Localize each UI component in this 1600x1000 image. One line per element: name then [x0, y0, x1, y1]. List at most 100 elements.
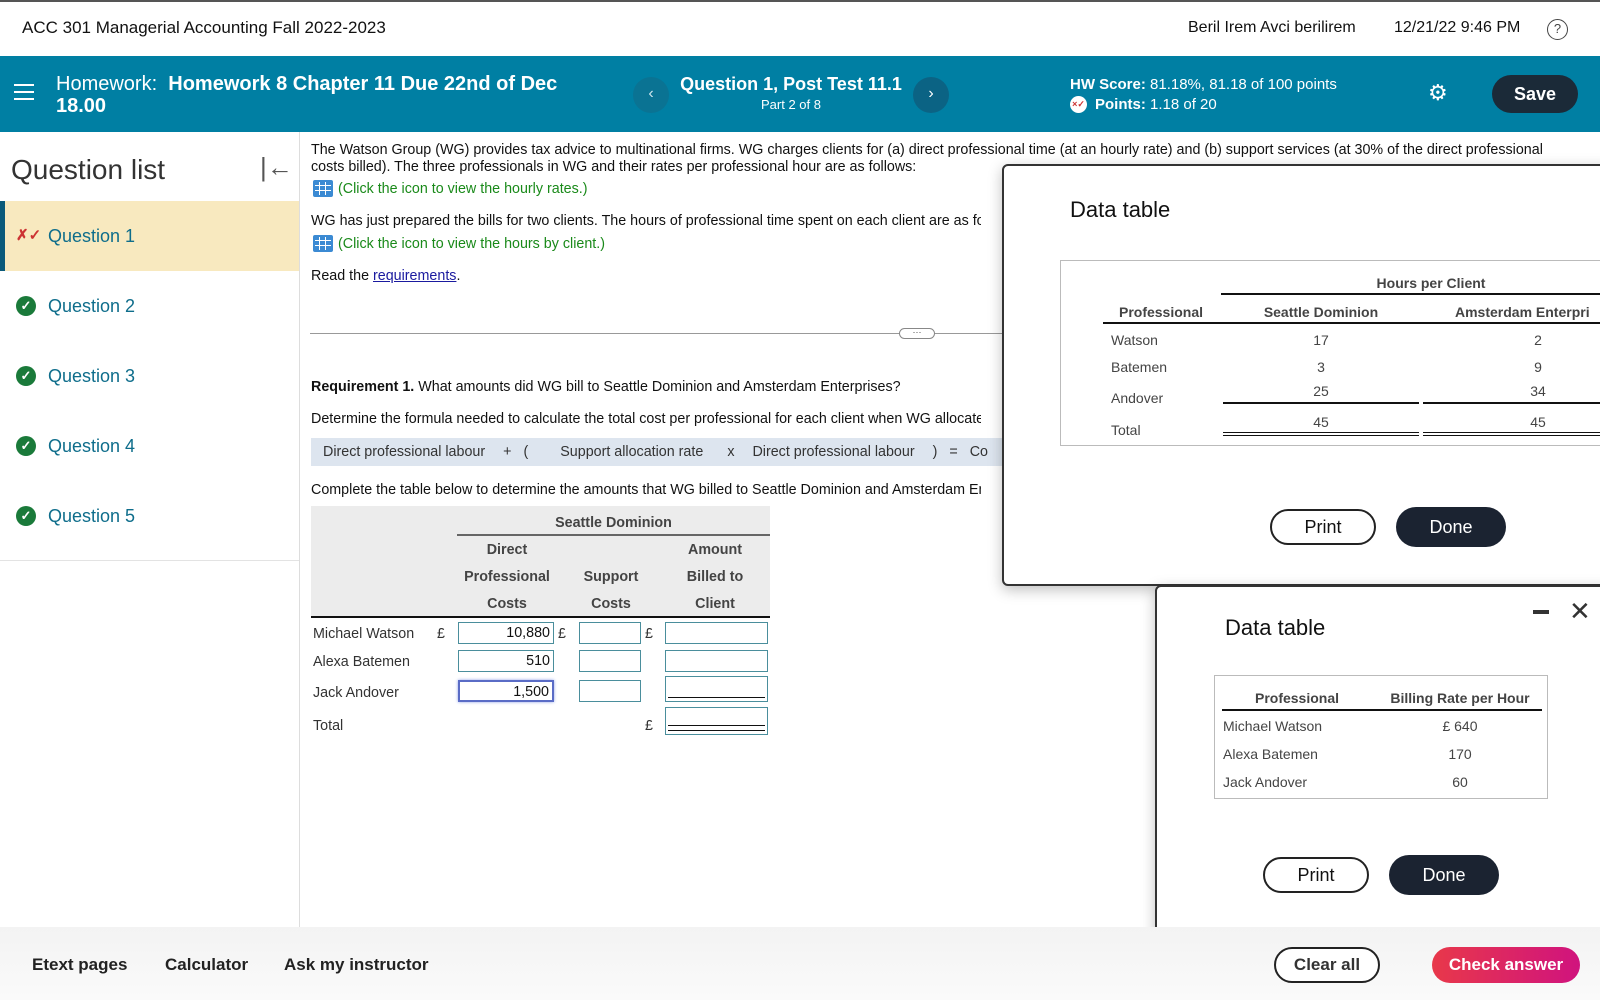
minimize-icon[interactable] [1533, 610, 1549, 614]
sidebar-item-question-4[interactable]: ✓ Question 4 [0, 411, 299, 481]
sidebar-item-label: Question 4 [48, 435, 136, 456]
intro-text-2: costs billed). The three professionals i… [311, 159, 917, 175]
subtotal-rule [1223, 402, 1419, 404]
requirement-1-label: Requirement 1. [311, 379, 415, 395]
footer-toolbar: Etext pages Calculator Ask my instructor… [0, 927, 1600, 1000]
formula-term-2[interactable]: Support allocation rate [548, 444, 715, 460]
hours-by-client-link[interactable]: (Click the icon to view the hours by cli… [313, 235, 605, 252]
formula-operator-times: x [727, 444, 735, 460]
col-seattle: Seattle Dominion [1263, 304, 1379, 320]
billed-input-andover[interactable] [665, 676, 768, 702]
formula-row: Direct professional labour + ( Support a… [311, 438, 1011, 466]
partial-credit-icon: ×✓ [1070, 96, 1087, 113]
row-name: Batemen [1111, 359, 1168, 375]
direct-cost-input-watson[interactable]: 10,880 [458, 622, 554, 644]
billed-total-input[interactable] [665, 707, 768, 735]
row-name: Jack Andover [1223, 774, 1308, 790]
col-support-line2: Support [583, 569, 639, 585]
direct-cost-input-batemen[interactable]: 510 [458, 650, 554, 672]
check-answer-button[interactable]: Check answer [1432, 947, 1580, 983]
sidebar-item-question-3[interactable]: ✓ Question 3 [0, 341, 299, 411]
done-button[interactable]: Done [1396, 507, 1506, 547]
formula-instructions: Determine the formula needed to calculat… [311, 411, 981, 427]
hw-score-value: 81.18%, 81.18 of 100 points [1150, 76, 1337, 93]
print-button[interactable]: Print [1263, 857, 1369, 893]
hours-link-text[interactable]: (Click the icon to view the hours by cli… [338, 236, 605, 252]
save-button[interactable]: Save [1492, 75, 1578, 113]
billed-input-batemen[interactable] [665, 650, 768, 672]
support-cost-input-andover[interactable] [579, 680, 641, 702]
formula-paren-close: ) [932, 444, 938, 460]
row-total: Total [1111, 422, 1141, 438]
requirements-link[interactable]: requirements [373, 268, 456, 284]
gear-icon[interactable]: ⚙ [1428, 82, 1450, 104]
next-question-button[interactable]: › [913, 77, 949, 113]
sidebar-item-question-2[interactable]: ✓ Question 2 [0, 271, 299, 341]
expand-handle[interactable]: ⋯ [899, 328, 935, 339]
header-rule [1222, 709, 1542, 711]
col-professional: Professional [1118, 304, 1204, 320]
print-button[interactable]: Print [1270, 509, 1376, 545]
subtotal-rule [1423, 402, 1600, 404]
collapse-sidebar-icon[interactable]: |← [260, 152, 293, 183]
data-table-icon[interactable] [313, 235, 333, 252]
col-direct-line1: Direct [486, 542, 528, 558]
hours-seattle: 3 [1317, 359, 1325, 375]
done-button[interactable]: Done [1389, 855, 1499, 895]
hours-data-table-dialog: Data table Hours per Client Professional… [1002, 164, 1600, 586]
support-cost-input-batemen[interactable] [579, 650, 641, 672]
header-rule [1221, 293, 1600, 295]
row-label-batemen: Alexa Batemen [313, 654, 410, 670]
billed-input-watson[interactable] [665, 622, 768, 644]
formula-result[interactable]: Co [964, 444, 994, 460]
sidebar-item-label: Question 2 [48, 295, 136, 316]
check-circle-icon: ✓ [16, 296, 36, 316]
sidebar-item-question-5[interactable]: ✓ Question 5 [0, 481, 299, 551]
requirement-1-text: What amounts did WG bill to Seattle Domi… [414, 379, 901, 395]
col-billed-line1: Amount [688, 542, 742, 558]
clear-all-button[interactable]: Clear all [1274, 947, 1380, 983]
rates-table: Professional Billing Rate per Hour Micha… [1214, 675, 1548, 799]
help-icon[interactable]: ? [1547, 19, 1568, 40]
client-header: Seattle Dominion [555, 515, 672, 531]
hourly-rates-link-text[interactable]: (Click the icon to view the hourly rates… [338, 181, 588, 197]
direct-cost-input-andover[interactable]: 1,500 [458, 680, 554, 702]
question-part: Part 2 of 8 [761, 97, 821, 112]
formula-operator-plus: + [503, 444, 512, 460]
col-billing-rate: Billing Rate per Hour [1390, 690, 1530, 706]
sidebar-item-label: Question 3 [48, 365, 136, 386]
course-title[interactable]: ACC 301 Managerial Accounting Fall 2022-… [22, 18, 386, 38]
close-icon[interactable]: ✕ [1569, 598, 1591, 624]
formula-equals: = [949, 444, 958, 460]
previous-question-button[interactable]: ‹ [633, 77, 669, 113]
points-label: Points: [1095, 96, 1146, 113]
calculator-link[interactable]: Calculator [165, 955, 248, 975]
col-amsterdam: Amsterdam Enterpri [1455, 304, 1590, 320]
hours-amsterdam: 2 [1534, 332, 1542, 348]
intro-text: The Watson Group (WG) provides tax advic… [311, 142, 1543, 158]
read-suffix: . [456, 268, 461, 284]
top-bar: ACC 301 Managerial Accounting Fall 2022-… [0, 0, 1600, 56]
ask-instructor-link[interactable]: Ask my instructor [284, 955, 429, 975]
question-list-sidebar: Question list |← ✗✓ Question 1 ✓ Questio… [0, 132, 300, 927]
user-name: Beril Irem Avci berilirem [1188, 19, 1356, 36]
row-name: Michael Watson [1223, 718, 1323, 734]
col-billed-line2: Billed to [686, 569, 744, 585]
support-cost-input-watson[interactable] [579, 622, 641, 644]
sidebar-item-question-1[interactable]: ✗✓ Question 1 [0, 201, 299, 271]
data-table-icon[interactable] [313, 180, 333, 197]
menu-icon[interactable] [14, 84, 34, 100]
etext-pages-link[interactable]: Etext pages [32, 955, 127, 975]
col-direct-line3: Costs [487, 596, 527, 612]
row-label-watson: Michael Watson [313, 626, 415, 642]
hours-group-header: Hours per Client [1376, 275, 1486, 291]
row-label-andover: Jack Andover [313, 685, 399, 701]
hourly-rates-link[interactable]: (Click the icon to view the hourly rates… [313, 180, 588, 197]
formula-term-1[interactable]: Direct professional labour [311, 444, 497, 460]
check-circle-icon: ✓ [16, 436, 36, 456]
column-rule [1103, 322, 1600, 324]
billing-rate: 170 [1448, 746, 1472, 762]
sidebar-item-label: Question 1 [48, 225, 136, 246]
formula-term-3[interactable]: Direct professional labour [740, 444, 926, 460]
homework-title: Homework: Homework 8 Chapter 11 Due 22nd… [56, 73, 576, 117]
